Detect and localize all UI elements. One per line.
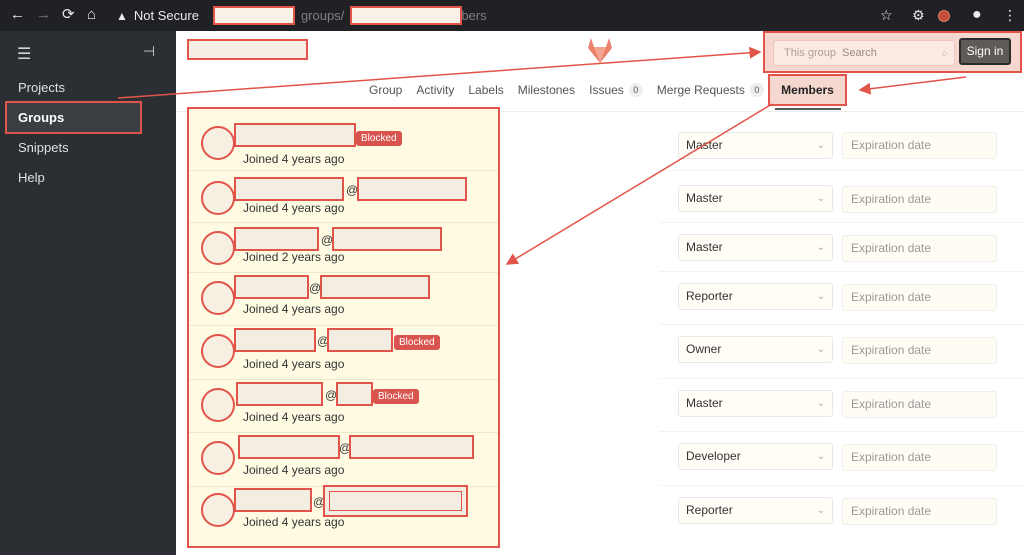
arrow-to-members-tab [858, 76, 967, 95]
arrow-groups-to-search [117, 46, 762, 99]
annotation-arrows [117, 46, 967, 265]
arrow-members-to-list [505, 103, 773, 265]
